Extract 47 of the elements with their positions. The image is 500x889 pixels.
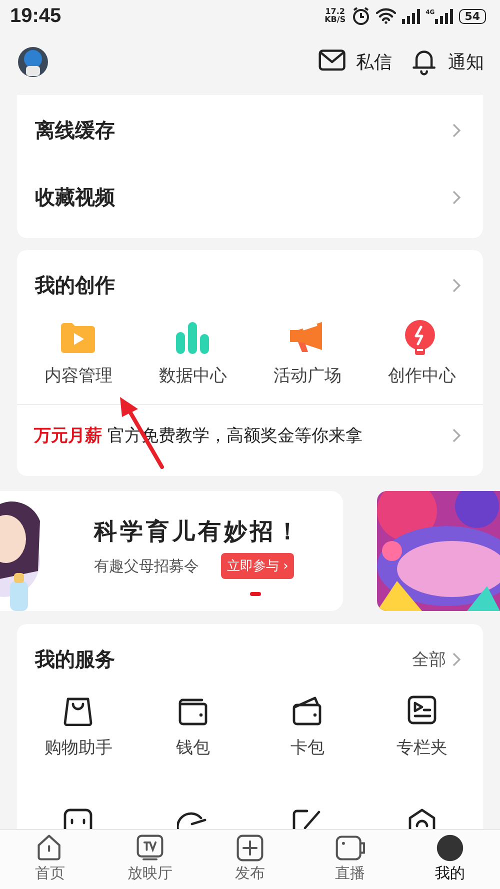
service-button[interactable]: 购物助手: [21, 694, 136, 778]
tab[interactable]: 首页: [10, 830, 90, 889]
view-all-link[interactable]: 全部: [412, 648, 461, 670]
tool-button[interactable]: 活动广场: [250, 320, 364, 404]
signal-icon: [402, 8, 420, 24]
service-button[interactable]: 专栏夹: [364, 694, 479, 778]
tool-button[interactable]: 内容管理: [21, 320, 136, 404]
tab[interactable]: 发布: [210, 830, 290, 889]
video-list-icon: [406, 694, 438, 726]
signal-icon: [434, 8, 453, 24]
service-button[interactable]: 卡包: [250, 694, 364, 778]
folder-play-icon: [59, 320, 98, 356]
network-speed: 17.2: [325, 8, 345, 16]
tv-icon: [135, 833, 165, 863]
tab[interactable]: 我的: [410, 830, 490, 889]
chevron-icon: [452, 652, 461, 666]
banner-card[interactable]: 科学育儿有妙招！ 有趣父母招募令 立即参与 ›: [0, 491, 343, 611]
chevron-icon: [452, 278, 461, 292]
chevron-icon: [452, 190, 461, 205]
banner-title: 科学育儿有妙招！: [94, 518, 302, 547]
notifications-button[interactable]: 通知: [410, 47, 484, 77]
tool-button[interactable]: 创作中心: [364, 320, 479, 404]
join-button[interactable]: 立即参与 ›: [221, 553, 294, 579]
bar-chart-icon: [174, 320, 212, 356]
messages-button[interactable]: 私信: [318, 47, 392, 77]
add-icon: [235, 833, 265, 863]
speed-unit: KB/S: [324, 16, 346, 24]
tab[interactable]: 放映厅: [110, 830, 190, 889]
section-header[interactable]: 我的创作: [17, 250, 483, 320]
avatar-icon: [435, 833, 465, 863]
chevron-icon: [452, 123, 461, 138]
menu-row[interactable]: 收藏视频: [17, 164, 483, 231]
service-button[interactable]: 钱包: [136, 694, 250, 778]
section-title: 我的服务: [35, 646, 115, 672]
battery-level: 54: [458, 8, 486, 24]
menu-row[interactable]: 离线缓存: [17, 97, 483, 164]
card-wallet-icon: [291, 694, 324, 726]
wifi-icon: [376, 8, 396, 24]
clock-time: 19:45: [10, 4, 62, 28]
chevron-icon: [452, 428, 461, 443]
tab[interactable]: 直播: [310, 830, 390, 889]
video-camera-icon: [335, 833, 365, 863]
tool-button[interactable]: 数据中心: [136, 320, 250, 404]
alarm-icon: [352, 7, 370, 25]
page-indicator: [250, 592, 261, 596]
banner-subtitle: 有趣父母招募令: [94, 556, 199, 576]
avatar-icon: [17, 46, 49, 78]
